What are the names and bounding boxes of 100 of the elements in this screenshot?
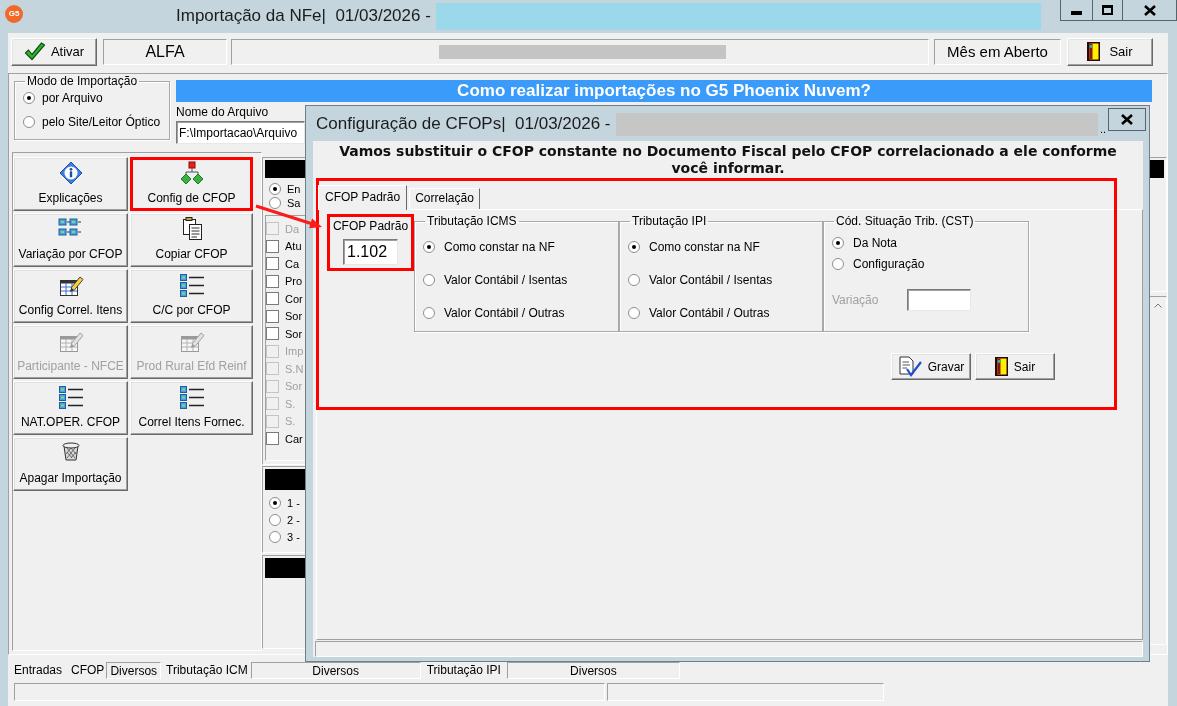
radio-button[interactable] — [23, 92, 35, 104]
dialog-title: Configuração de CFOPs| 01/03/2026 - — [316, 114, 611, 134]
command-button[interactable]: Config de CFOP — [130, 157, 253, 211]
checkbox[interactable] — [266, 309, 279, 323]
radio-button[interactable] — [23, 116, 35, 128]
checkbox[interactable] — [266, 257, 279, 271]
radio-label: Sa — [287, 197, 301, 209]
app-logo: G5 — [5, 5, 23, 23]
close-button[interactable] — [1108, 108, 1146, 131]
status-label: CFOP — [71, 662, 105, 679]
command-button[interactable]: Explicações — [13, 157, 128, 211]
checkbox-label: Da — [285, 222, 300, 235]
radio-button[interactable] — [269, 496, 281, 509]
checkbox-label: Ca — [285, 257, 300, 270]
close-button[interactable] — [1123, 0, 1177, 21]
maximize-button[interactable] — [1093, 0, 1123, 21]
radio-button[interactable] — [269, 530, 281, 543]
minimize-icon — [1071, 11, 1082, 15]
checkbox[interactable] — [266, 239, 279, 253]
checkbox-label: Sor — [285, 310, 303, 323]
checkbox-label: Sor — [285, 380, 303, 393]
door-icon — [994, 357, 1008, 376]
maximize-icon — [1102, 5, 1113, 15]
radio-label: Da Nota — [853, 235, 898, 250]
radio-button[interactable] — [628, 240, 640, 253]
company-field: ALFA — [103, 38, 227, 65]
radio-button[interactable] — [269, 197, 281, 209]
tab[interactable]: CFOP Padrão — [318, 185, 408, 210]
status-field: Diversos — [106, 662, 162, 679]
status-label: Entradas — [14, 662, 63, 679]
field-label: Nome do Arquivo — [176, 105, 270, 119]
save-button[interactable]: Gravar — [891, 353, 971, 380]
close-icon — [1143, 4, 1156, 16]
close-icon — [1121, 114, 1133, 125]
period-status: Mês em Aberto — [934, 38, 1061, 65]
window-title: Importação da NFe| 01/03/2026 - — [176, 6, 431, 26]
radio-button[interactable] — [832, 236, 844, 249]
field-label: Variação — [832, 293, 880, 307]
radio-button[interactable] — [832, 257, 844, 270]
checkbox-label: S.N — [285, 362, 304, 375]
checkbox[interactable] — [266, 327, 279, 341]
cfop-field[interactable]: 1.102 — [343, 239, 398, 265]
variation-field[interactable] — [907, 289, 971, 311]
command-button[interactable]: NAT.OPER. CFOP — [13, 381, 128, 435]
file-name-field[interactable]: F:\Importacao\Arquivo — [176, 121, 305, 144]
exit-button[interactable]: Sair — [975, 353, 1055, 380]
list-icon — [178, 273, 205, 297]
title-ellipsis: .. — [1099, 124, 1106, 135]
radio-label: Valor Contábil / Isentas — [649, 272, 773, 287]
group-title: Tributação ICMS — [426, 214, 518, 228]
document-check-icon — [897, 356, 922, 377]
status-label: Tributação IPI — [426, 662, 501, 679]
command-button[interactable]: C/C por CFOP — [130, 269, 253, 323]
radio-button[interactable] — [423, 306, 435, 319]
checkbox[interactable] — [266, 292, 279, 306]
radio-label: 2 - — [287, 513, 300, 526]
group-title: Tributação IPI — [631, 214, 708, 228]
radio-button[interactable] — [628, 306, 640, 319]
command-button[interactable]: Config Correl. Itens — [13, 269, 128, 323]
checkbox-label: S. — [285, 397, 296, 410]
checkbox-label: Atu — [285, 240, 302, 253]
info-icon — [58, 161, 83, 185]
trash-icon — [61, 441, 80, 461]
grid-icon — [57, 217, 84, 237]
checkbox[interactable] — [266, 274, 279, 288]
list-icon — [178, 385, 205, 409]
radio-button[interactable] — [423, 273, 435, 286]
checkbox[interactable] — [266, 432, 279, 446]
group-title: Cód. Situação Trib. (CST) — [835, 214, 975, 228]
checkbox-label: Pro — [285, 275, 303, 288]
exit-button[interactable]: Sair — [1067, 37, 1153, 66]
flowchart-icon — [178, 161, 205, 186]
activate-button[interactable]: Ativar — [11, 37, 97, 66]
check-icon — [23, 41, 46, 62]
group-title: Modo de Importação — [26, 74, 139, 88]
checkbox-label: S. — [285, 415, 296, 428]
command-button[interactable]: Variação por CFOP — [13, 213, 128, 267]
radio-label: por Arquivo — [42, 91, 103, 105]
radio-label: 1 - — [287, 496, 300, 509]
checkbox-label: Imp — [285, 345, 304, 358]
minimize-button[interactable] — [1060, 0, 1093, 21]
radio-button[interactable] — [628, 273, 640, 286]
radio-button[interactable] — [423, 240, 435, 253]
command-button[interactable]: Apagar Importação — [13, 437, 128, 491]
radio-label: Valor Contábil / Outras — [649, 305, 770, 320]
radio-label: Valor Contábil / Isentas — [444, 272, 568, 287]
status-label: Tributação ICM — [166, 662, 248, 679]
radio-button[interactable] — [269, 183, 281, 195]
checkbox-label: Cor — [285, 292, 303, 305]
checkbox-label: Car — [285, 432, 303, 445]
tab[interactable]: Correlação — [409, 188, 480, 209]
status-field: Diversos — [250, 662, 421, 679]
radio-label: Como constar na NF — [649, 239, 760, 254]
radio-button[interactable] — [269, 513, 281, 526]
command-button[interactable]: Correl Itens Fornec. — [130, 381, 253, 435]
scroll-up-icon — [1153, 303, 1162, 308]
radio-label: Configuração — [853, 256, 925, 271]
radio-label: Como constar na NF — [444, 239, 555, 254]
radio-label: pelo Site/Leitor Óptico — [42, 115, 161, 129]
command-button[interactable]: Copiar CFOP — [130, 213, 253, 267]
